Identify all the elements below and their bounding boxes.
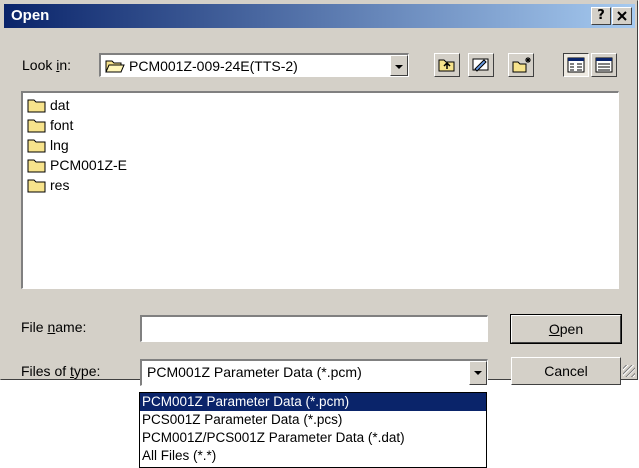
window-title: Open <box>11 7 50 24</box>
file-name-label-pre: File <box>21 319 48 335</box>
new-folder-button[interactable] <box>508 53 534 77</box>
file-name-text: res <box>50 176 70 193</box>
file-name-text: dat <box>50 96 70 113</box>
new-folder-icon <box>512 57 531 73</box>
desktop-button[interactable] <box>468 53 494 77</box>
up-one-level-icon <box>438 59 455 72</box>
list-item[interactable]: font <box>27 115 73 134</box>
open-button-label: pen <box>559 321 584 337</box>
file-type-option[interactable]: PCM001Z/PCS001Z Parameter Data (*.dat) <box>140 429 486 447</box>
folder-icon <box>27 179 46 192</box>
file-type-label: Files of type: <box>21 363 100 379</box>
file-name-input[interactable] <box>140 315 488 342</box>
list-item[interactable]: res <box>27 175 69 194</box>
folder-icon <box>27 99 46 112</box>
look-in-value: PCM001Z-009-24E(TTS-2) <box>129 58 298 74</box>
file-type-combo[interactable]: PCM001Z Parameter Data (*.pcm) <box>140 359 488 386</box>
file-type-dropdown-list[interactable]: PCM001Z Parameter Data (*.pcm) PCS001Z P… <box>139 392 487 468</box>
open-dialog: Open ? Look in: PCM001Z-009-24E(TTS-2) d… <box>0 0 638 386</box>
file-type-option[interactable]: All Files (*.*) <box>140 447 486 465</box>
close-button[interactable] <box>612 7 632 25</box>
folder-icon <box>27 119 46 132</box>
file-name-text: PCM001Z-E <box>50 156 128 173</box>
file-type-label-post: ype: <box>73 363 101 379</box>
look-in-label: Look in: <box>22 57 71 73</box>
resize-grip-icon[interactable] <box>623 365 635 377</box>
folder-icon <box>27 139 46 152</box>
help-button[interactable]: ? <box>591 7 611 25</box>
details-view-icon <box>595 57 613 73</box>
look-in-label-post: n: <box>59 57 72 73</box>
file-type-option[interactable]: PCM001Z Parameter Data (*.pcm) <box>140 393 486 411</box>
file-type-option[interactable]: PCS001Z Parameter Data (*.pcs) <box>140 411 486 429</box>
file-type-label-pre: Files of <box>21 363 71 379</box>
file-name-label-post: ame: <box>55 319 87 335</box>
list-item[interactable]: PCM001Z-E <box>27 155 127 174</box>
close-icon <box>617 11 627 21</box>
look-in-combo[interactable]: PCM001Z-009-24E(TTS-2) <box>99 53 409 77</box>
file-list[interactable]: dat font lng PCM001Z-E res <box>21 91 619 289</box>
list-item[interactable]: lng <box>27 135 69 154</box>
file-type-value: PCM001Z Parameter Data (*.pcm) <box>147 364 362 380</box>
open-button-hotkey: O <box>548 321 560 337</box>
open-button[interactable]: Open <box>510 314 622 344</box>
details-view-button[interactable] <box>591 53 617 77</box>
cancel-button[interactable]: Cancel <box>511 357 621 385</box>
file-name-label: File name: <box>21 319 86 335</box>
file-name-text: font <box>50 116 74 133</box>
folder-icon <box>27 159 46 172</box>
list-view-icon <box>567 57 585 73</box>
up-one-level-button[interactable] <box>434 53 460 77</box>
open-folder-icon <box>105 60 125 73</box>
title-bar[interactable]: Open ? <box>4 4 635 28</box>
look-in-label-pre: Look <box>22 57 57 73</box>
look-in-dropdown-button[interactable] <box>390 55 408 76</box>
file-type-dropdown-button[interactable] <box>469 361 487 385</box>
list-item[interactable]: dat <box>27 95 69 114</box>
file-name-text: lng <box>50 136 69 153</box>
list-view-button[interactable] <box>563 53 589 77</box>
desktop-icon <box>472 58 489 72</box>
